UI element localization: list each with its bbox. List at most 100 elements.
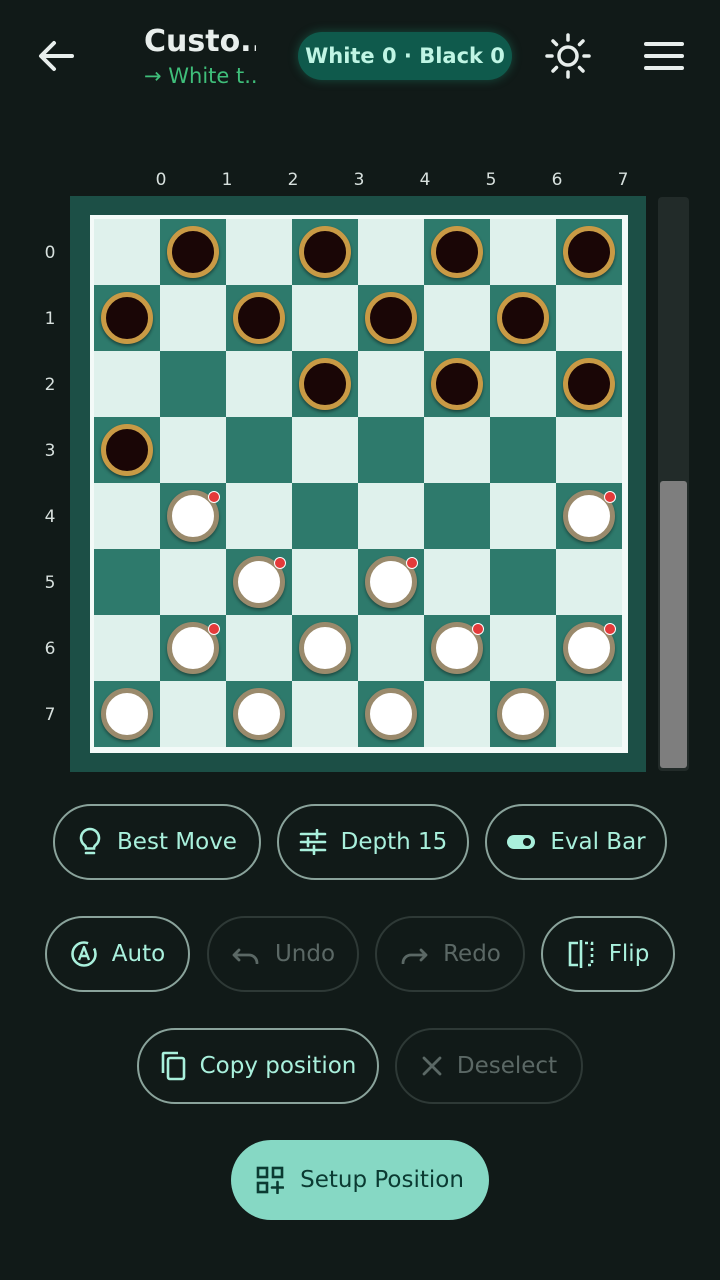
board-square[interactable] <box>160 285 226 351</box>
row-label: 0 <box>44 243 56 263</box>
board-square[interactable] <box>292 285 358 351</box>
board-square[interactable] <box>94 219 160 285</box>
white-piece[interactable] <box>497 688 549 740</box>
board-square[interactable] <box>160 681 226 747</box>
auto-button[interactable]: Auto <box>45 916 190 992</box>
board-square[interactable] <box>424 417 490 483</box>
board-square[interactable] <box>490 351 556 417</box>
board-square[interactable] <box>490 219 556 285</box>
black-piece[interactable] <box>431 358 483 410</box>
movable-indicator <box>604 623 616 635</box>
white-piece[interactable] <box>365 688 417 740</box>
copy-position-button[interactable]: Copy position <box>137 1028 379 1104</box>
board-square[interactable] <box>226 615 292 681</box>
black-piece[interactable] <box>299 358 351 410</box>
board-square[interactable] <box>424 549 490 615</box>
black-piece[interactable] <box>365 292 417 344</box>
movable-indicator <box>406 557 418 569</box>
board-square[interactable] <box>292 483 358 549</box>
black-piece[interactable] <box>563 358 615 410</box>
row-label: 2 <box>44 375 56 395</box>
board-square[interactable] <box>226 219 292 285</box>
black-piece[interactable] <box>431 226 483 278</box>
undo-label: Undo <box>274 941 336 967</box>
board-square[interactable] <box>358 219 424 285</box>
black-piece[interactable] <box>167 226 219 278</box>
board-square[interactable] <box>226 483 292 549</box>
board-square[interactable] <box>490 549 556 615</box>
board-square[interactable] <box>292 549 358 615</box>
row-label: 5 <box>44 573 56 593</box>
back-arrow-icon[interactable] <box>30 30 82 82</box>
board-square[interactable] <box>424 483 490 549</box>
black-piece[interactable] <box>101 292 153 344</box>
movable-indicator <box>208 491 220 503</box>
board-square[interactable] <box>358 615 424 681</box>
col-label: 2 <box>287 170 299 190</box>
board-square[interactable] <box>94 549 160 615</box>
board-square[interactable] <box>94 615 160 681</box>
board-square[interactable] <box>292 417 358 483</box>
board-square[interactable] <box>358 483 424 549</box>
checkers-board[interactable] <box>90 215 628 753</box>
deselect-button[interactable]: Deselect <box>395 1028 583 1104</box>
setup-position-button[interactable]: Setup Position <box>231 1140 489 1220</box>
black-piece[interactable] <box>233 292 285 344</box>
toggle-icon <box>507 835 536 849</box>
board-square[interactable] <box>490 483 556 549</box>
board-square[interactable] <box>358 417 424 483</box>
eval-bar-label: Eval Bar <box>550 829 646 855</box>
board-square[interactable] <box>490 615 556 681</box>
redo-icon <box>401 948 428 964</box>
copy-icon <box>161 1051 185 1081</box>
black-piece[interactable] <box>563 226 615 278</box>
board-square[interactable] <box>556 417 622 483</box>
best-move-button[interactable]: Best Move <box>53 804 261 880</box>
white-piece[interactable] <box>101 688 153 740</box>
board-square[interactable] <box>160 549 226 615</box>
col-label: 0 <box>155 170 167 190</box>
flip-icon <box>568 940 593 968</box>
flip-label: Flip <box>608 941 650 967</box>
black-piece[interactable] <box>497 292 549 344</box>
black-piece[interactable] <box>299 226 351 278</box>
black-piece[interactable] <box>101 424 153 476</box>
brightness-icon[interactable] <box>542 30 594 82</box>
undo-icon <box>232 948 259 964</box>
white-piece[interactable] <box>299 622 351 674</box>
board-square[interactable] <box>94 351 160 417</box>
white-piece[interactable] <box>233 688 285 740</box>
board-square[interactable] <box>358 351 424 417</box>
col-label: 6 <box>551 170 563 190</box>
best-move-label: Best Move <box>117 829 237 855</box>
auto-label: Auto <box>111 941 166 967</box>
movable-indicator <box>208 623 220 635</box>
row-label: 4 <box>44 507 56 527</box>
undo-button[interactable]: Undo <box>207 916 359 992</box>
board-square[interactable] <box>490 417 556 483</box>
col-label: 5 <box>485 170 497 190</box>
board-square[interactable] <box>424 285 490 351</box>
col-label: 3 <box>353 170 365 190</box>
board-square[interactable] <box>226 351 292 417</box>
eval-bar-toggle[interactable]: Eval Bar <box>485 804 667 880</box>
depth-button[interactable]: Depth 15 <box>277 804 469 880</box>
board-square[interactable] <box>556 549 622 615</box>
board-square[interactable] <box>160 417 226 483</box>
turn-indicator: → White t... <box>144 64 256 88</box>
redo-button[interactable]: Redo <box>375 916 525 992</box>
board-square[interactable] <box>556 285 622 351</box>
board-square[interactable] <box>292 681 358 747</box>
col-label: 1 <box>221 170 233 190</box>
flip-button[interactable]: Flip <box>541 916 675 992</box>
eval-bar <box>658 197 689 771</box>
board-square[interactable] <box>226 417 292 483</box>
board-square[interactable] <box>556 681 622 747</box>
menu-icon[interactable] <box>638 30 690 82</box>
grid-add-icon <box>256 1166 285 1194</box>
deselect-label: Deselect <box>456 1053 558 1079</box>
board-square[interactable] <box>94 483 160 549</box>
row-label: 3 <box>44 441 56 461</box>
board-square[interactable] <box>160 351 226 417</box>
board-square[interactable] <box>424 681 490 747</box>
